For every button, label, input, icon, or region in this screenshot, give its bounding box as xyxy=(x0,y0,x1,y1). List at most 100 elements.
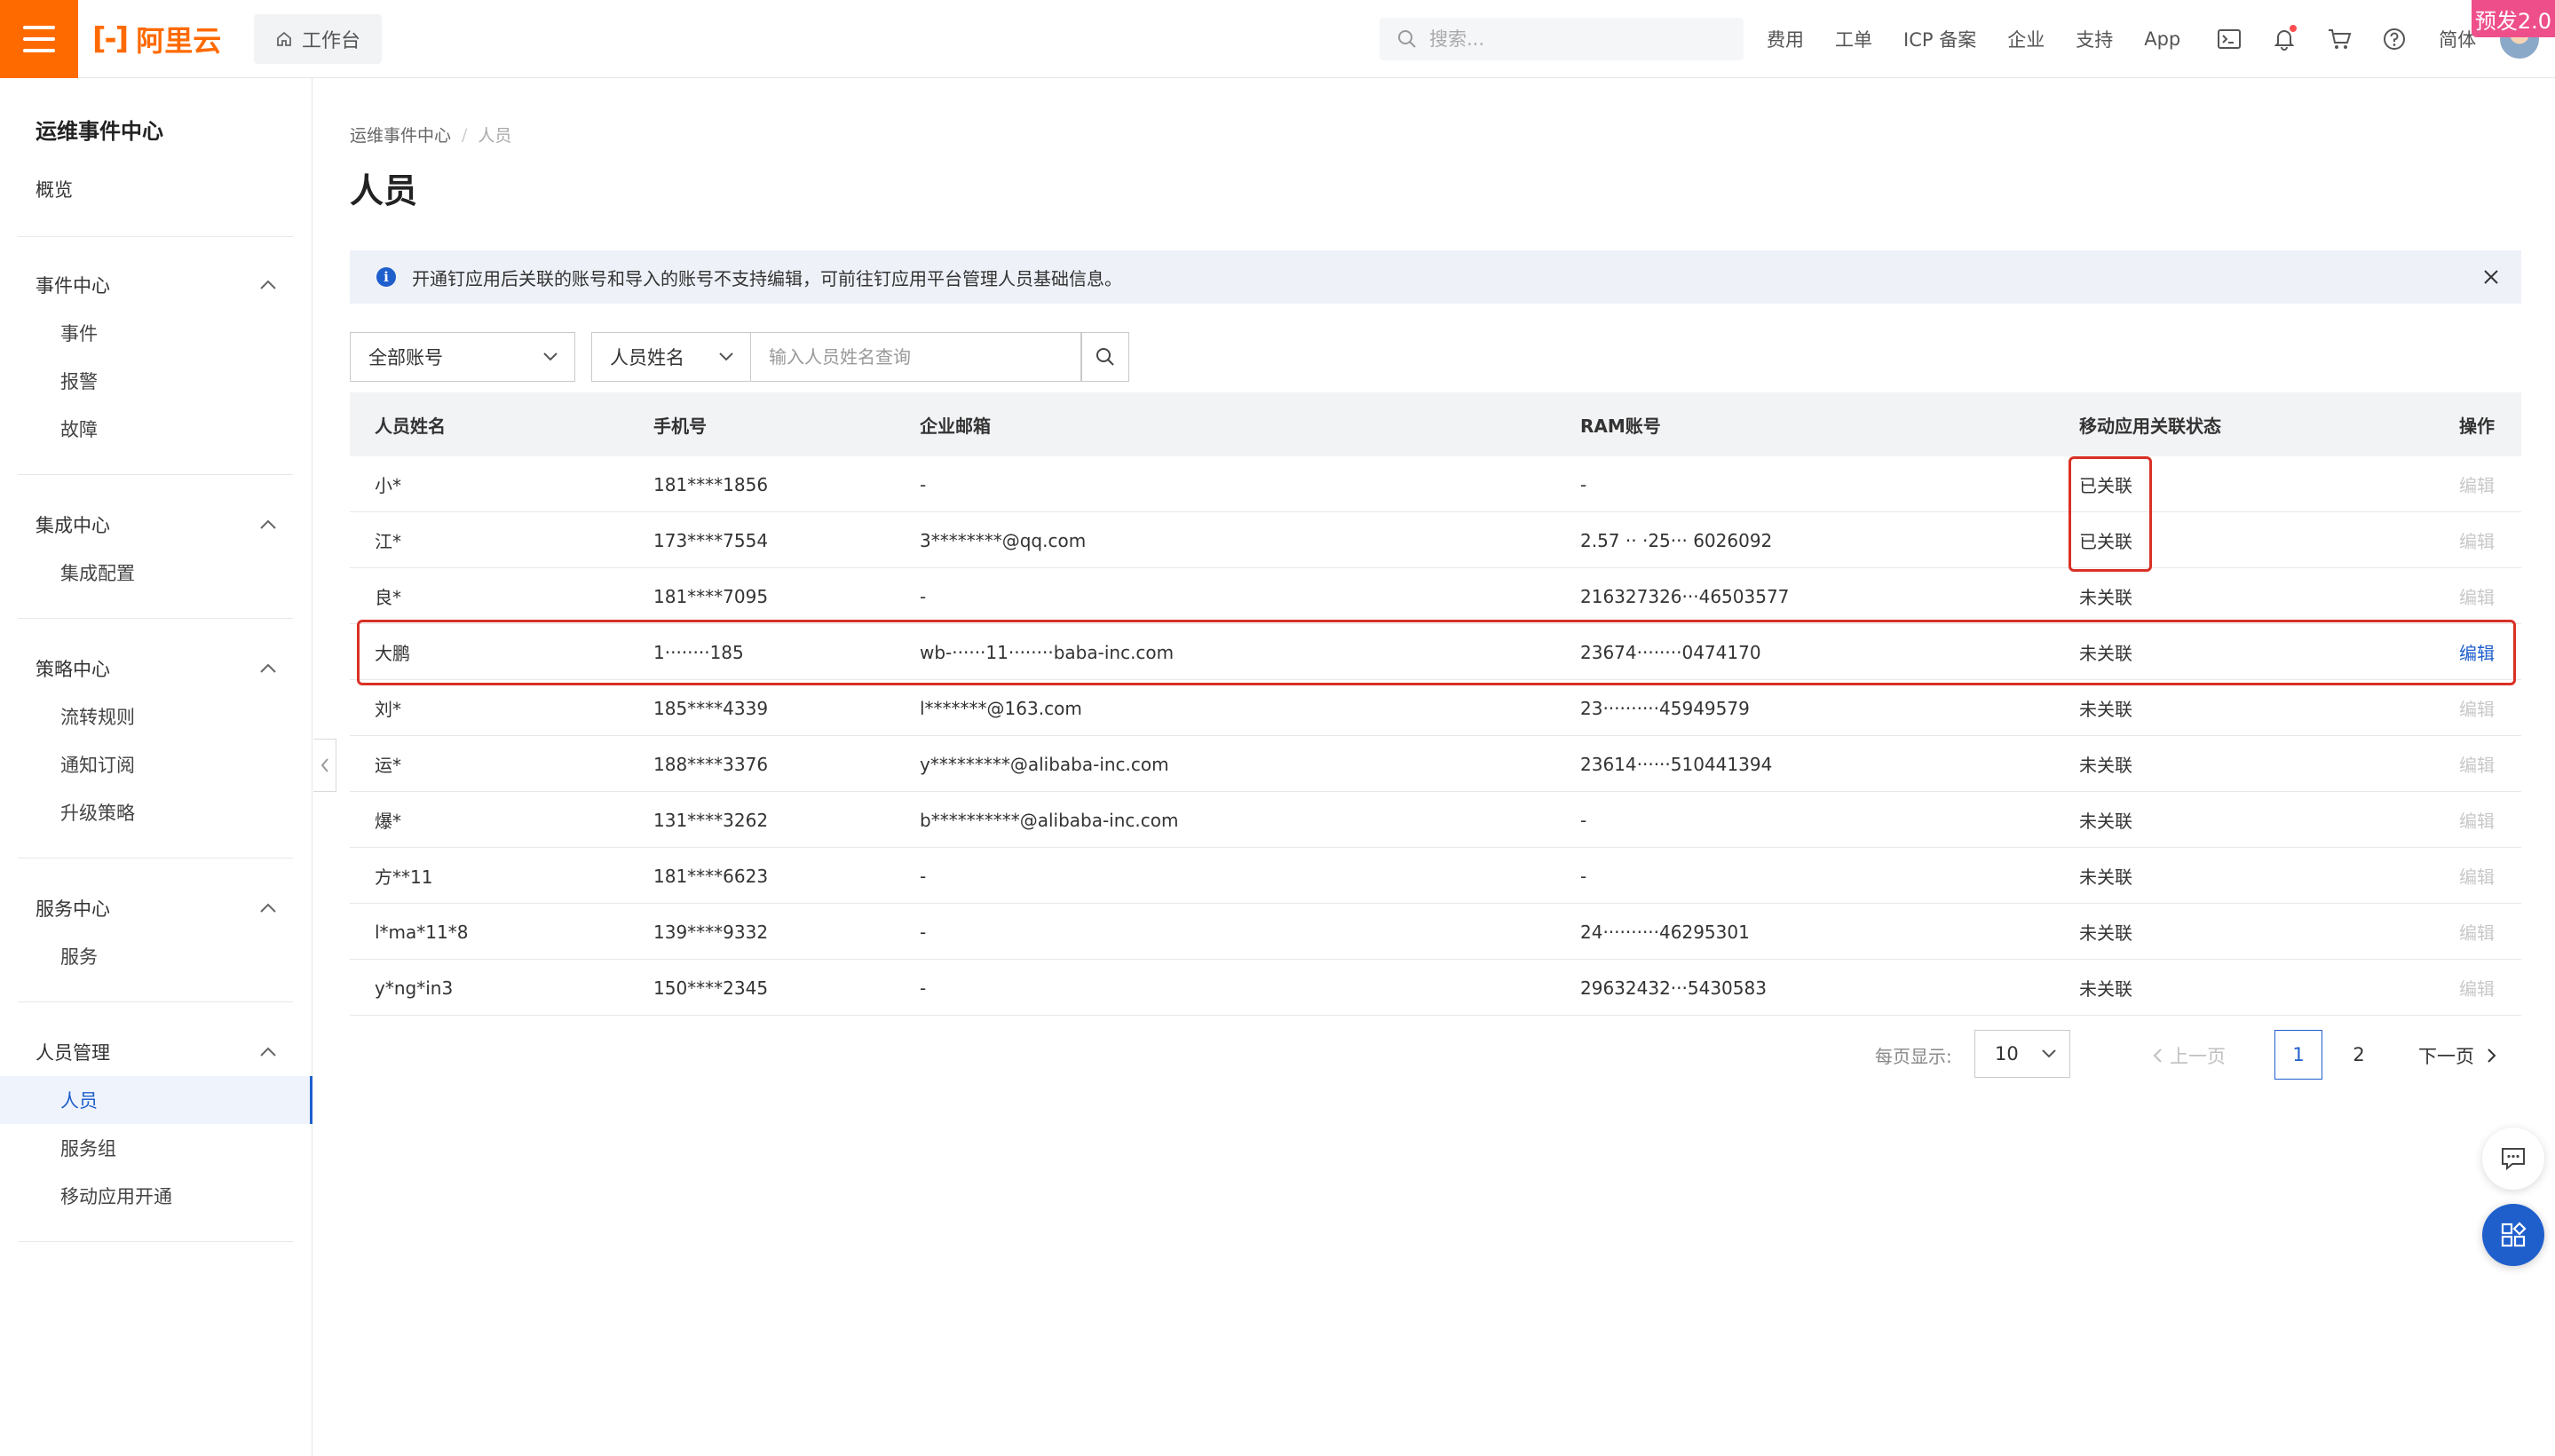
prerelease-badge: 预发2.0 xyxy=(2472,0,2555,37)
edit-button[interactable]: 编辑 xyxy=(2459,960,2495,1016)
sidebar-collapse-button[interactable] xyxy=(313,739,336,792)
sidebar-group-people[interactable]: 人员管理 xyxy=(36,1039,277,1065)
top-link-icp[interactable]: ICP 备案 xyxy=(1903,26,1976,52)
sidebar-item-services[interactable]: 服务 xyxy=(60,943,98,969)
sidebar-group-integration[interactable]: 集成中心 xyxy=(36,511,277,538)
workbench-label: 工作台 xyxy=(301,30,360,52)
top-link-enterprise[interactable]: 企业 xyxy=(2007,26,2045,52)
name-search-input[interactable] xyxy=(751,332,1081,382)
alert-close-button[interactable] xyxy=(2477,263,2505,291)
edit-button[interactable]: 编辑 xyxy=(2459,792,2495,848)
cell-ram: 29632432···5430583 xyxy=(1580,977,1767,999)
top-link-billing[interactable]: 费用 xyxy=(1767,26,1804,52)
logo-mark: [-] xyxy=(92,21,129,57)
page-size-value: 10 xyxy=(1995,1043,2019,1064)
top-link-tickets[interactable]: 工单 xyxy=(1835,26,1872,52)
divider xyxy=(18,474,293,475)
edit-button[interactable]: 编辑 xyxy=(2459,456,2495,512)
top-link-support[interactable]: 支持 xyxy=(2076,26,2113,52)
quick-apps-button[interactable] xyxy=(2482,1204,2544,1266)
sidebar-item-alerts[interactable]: 报警 xyxy=(60,368,98,394)
divider xyxy=(18,1241,293,1242)
table-row: 小* 181****1856 - - 已关联 编辑 xyxy=(350,456,2521,512)
sidebar-item-integration-config[interactable]: 集成配置 xyxy=(60,559,135,586)
sidebar-group-label: 集成中心 xyxy=(36,515,110,536)
bell-icon[interactable] xyxy=(2266,21,2302,57)
top-links: 费用 工单 ICP 备案 企业 支持 App 简体 xyxy=(1767,0,2476,78)
language-switch[interactable]: 简体 xyxy=(2439,26,2476,52)
help-icon[interactable] xyxy=(2377,21,2412,57)
sidebar-group-policy[interactable]: 策略中心 xyxy=(36,655,277,682)
column-header-ram: RAM账号 xyxy=(1580,415,1661,437)
cell-ram: 2.57 ·· ·25··· 6026092 xyxy=(1580,529,1773,551)
cell-status: 未关联 xyxy=(2079,587,2132,608)
sidebar-item-events[interactable]: 事件 xyxy=(60,320,98,346)
edit-button[interactable]: 编辑 xyxy=(2459,624,2495,680)
sidebar-group-events[interactable]: 事件中心 xyxy=(36,272,277,298)
cell-ram: - xyxy=(1580,809,1587,831)
sidebar-item-service-groups[interactable]: 服务组 xyxy=(60,1135,116,1161)
close-icon xyxy=(2484,270,2498,284)
cell-email: y*********@alibaba-inc.com xyxy=(920,753,1169,775)
cell-phone: 185****4339 xyxy=(653,697,769,719)
cell-ram: 24··········46295301 xyxy=(1580,921,1750,943)
hamburger-menu-button[interactable] xyxy=(0,0,78,78)
edit-button[interactable]: 编辑 xyxy=(2459,848,2495,904)
workbench-button[interactable]: 工作台 xyxy=(254,14,382,64)
cell-phone: 188****3376 xyxy=(653,753,769,775)
sidebar-group-label: 服务中心 xyxy=(36,898,110,920)
terminal-icon[interactable] xyxy=(2211,21,2247,57)
sidebar-item-people[interactable]: 人员 xyxy=(60,1087,98,1113)
global-search-input[interactable] xyxy=(1428,28,1712,51)
search-field-select[interactable]: 人员姓名 xyxy=(591,332,751,382)
cell-name: 刘* xyxy=(375,699,401,720)
table-row: l*ma*11*8 139****9332 - 24··········4629… xyxy=(350,904,2521,960)
chevron-up-icon xyxy=(260,519,276,529)
account-type-value: 全部账号 xyxy=(368,347,443,368)
edit-button[interactable]: 编辑 xyxy=(2459,680,2495,736)
sidebar-item-incidents[interactable]: 故障 xyxy=(60,415,98,442)
sidebar-group-service[interactable]: 服务中心 xyxy=(36,895,277,922)
next-page-button[interactable]: 下一页 xyxy=(2418,1042,2497,1069)
edit-button[interactable]: 编辑 xyxy=(2459,568,2495,624)
page-button-1[interactable]: 1 xyxy=(2274,1030,2322,1080)
page-button-2[interactable]: 2 xyxy=(2335,1030,2383,1080)
top-link-app[interactable]: App xyxy=(2144,28,2180,50)
sidebar-item-routing-rules[interactable]: 流转规则 xyxy=(60,703,135,730)
divider xyxy=(18,618,293,619)
cell-name: 方**11 xyxy=(375,866,433,888)
edit-button[interactable]: 编辑 xyxy=(2459,512,2495,568)
table-row: 运* 188****3376 y*********@alibaba-inc.co… xyxy=(350,736,2521,792)
cell-phone: 1········185 xyxy=(653,641,744,663)
feedback-chat-button[interactable] xyxy=(2482,1128,2544,1190)
cart-icon[interactable] xyxy=(2322,21,2357,57)
table-header: 人员姓名 手机号 企业邮箱 RAM账号 移动应用关联状态 操作 xyxy=(350,392,2521,456)
sidebar-item-escalation-policy[interactable]: 升级策略 xyxy=(60,799,135,826)
people-table: 人员姓名 手机号 企业邮箱 RAM账号 移动应用关联状态 操作 小* 181**… xyxy=(350,392,2521,1016)
cell-ram: 23614······510441394 xyxy=(1580,753,1773,775)
edit-button[interactable]: 编辑 xyxy=(2459,736,2495,792)
breadcrumb-root[interactable]: 运维事件中心 xyxy=(350,123,451,146)
table-row: 爆* 131****3262 b**********@alibaba-inc.c… xyxy=(350,792,2521,848)
prev-page-button[interactable]: 上一页 xyxy=(2152,1042,2226,1069)
sidebar-item-mobile-app[interactable]: 移动应用开通 xyxy=(60,1183,172,1209)
search-field-value: 人员姓名 xyxy=(610,347,684,368)
cell-email: wb-······11········baba-inc.com xyxy=(920,641,1175,663)
global-search[interactable] xyxy=(1380,18,1744,60)
search-icon xyxy=(1096,348,1114,366)
cell-ram: 23674········0474170 xyxy=(1580,641,1761,663)
page-size-select[interactable]: 10 xyxy=(1974,1030,2070,1078)
cell-status: 已关联 xyxy=(2079,531,2132,552)
cell-name: 小* xyxy=(375,475,401,496)
cell-status: 未关联 xyxy=(2079,811,2132,832)
chevron-left-icon xyxy=(320,758,328,772)
sidebar-item-notify-subscription[interactable]: 通知订阅 xyxy=(60,751,135,778)
cell-ram: 216327326···46503577 xyxy=(1580,585,1790,607)
chevron-up-icon xyxy=(260,663,276,673)
aliyun-logo[interactable]: [-] 阿里云 xyxy=(92,20,221,59)
account-type-select[interactable]: 全部账号 xyxy=(350,332,575,382)
sidebar-item-overview[interactable]: 概览 xyxy=(36,176,73,202)
cell-phone: 150****2345 xyxy=(653,977,769,999)
edit-button[interactable]: 编辑 xyxy=(2459,904,2495,960)
search-button[interactable] xyxy=(1081,332,1129,382)
